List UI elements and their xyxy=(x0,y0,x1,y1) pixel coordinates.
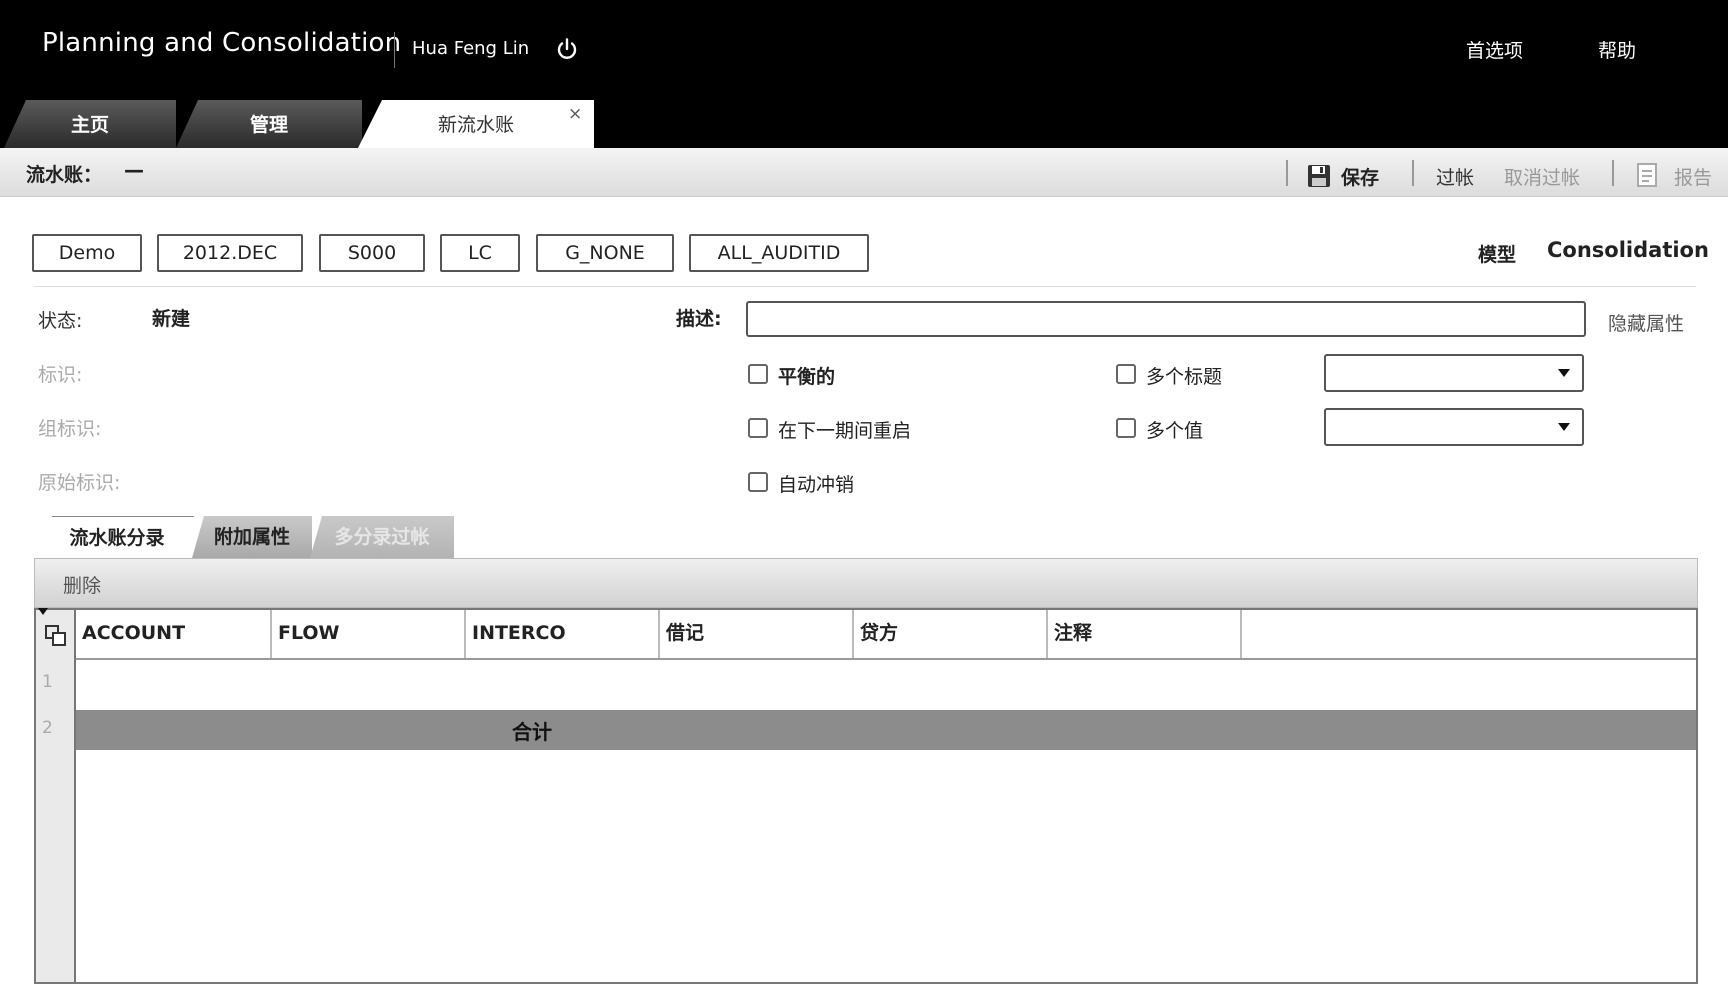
row-number: 2 xyxy=(42,718,53,738)
journal-value: — xyxy=(124,158,144,182)
balanced-checkbox[interactable] xyxy=(748,364,768,384)
report-icon[interactable] xyxy=(1636,162,1658,188)
app-title: Planning and Consolidation xyxy=(42,28,402,58)
tab-home[interactable]: 主页 xyxy=(4,100,176,148)
power-icon[interactable] xyxy=(555,37,579,61)
corner-menu-icon[interactable] xyxy=(38,608,48,615)
description-input[interactable] xyxy=(746,301,1586,337)
tab-admin[interactable]: 管理 xyxy=(176,100,362,148)
id-label: 标识: xyxy=(38,364,83,386)
status-value: 新建 xyxy=(152,308,191,330)
dimension-currency-button[interactable]: LC xyxy=(440,234,520,272)
dimension-audit-button[interactable]: ALL_AUDITID xyxy=(689,234,869,272)
dimension-time-button[interactable]: 2012.DEC xyxy=(157,234,303,272)
journal-grid: 1 2 ACCOUNT FLOW INTERCO 借记 贷方 注释 合计 xyxy=(34,608,1698,984)
auto-reverse-label: 自动冲销 xyxy=(778,474,855,496)
reopen-checkbox[interactable] xyxy=(748,418,768,438)
toolbar-divider xyxy=(1286,160,1288,186)
status-label: 状态: xyxy=(38,310,83,332)
tab-multi-entry-post[interactable]: 多分录过帐 xyxy=(310,516,454,558)
preferences-link[interactable]: 首选项 xyxy=(1466,36,1523,63)
row-number: 1 xyxy=(42,672,53,692)
tab-new-journal[interactable]: 新流水账 xyxy=(358,100,594,148)
help-link[interactable]: 帮助 xyxy=(1598,36,1636,63)
grid-header: ACCOUNT FLOW INTERCO 借记 贷方 注释 xyxy=(76,610,1696,660)
chevron-down-icon xyxy=(1558,423,1570,431)
save-icon[interactable] xyxy=(1306,163,1332,189)
model-value: Consolidation xyxy=(1547,238,1709,262)
total-row: 合计 xyxy=(76,710,1696,750)
tab-journal-entries[interactable]: 流水账分录 xyxy=(40,516,194,558)
unpost-button[interactable]: 取消过帐 xyxy=(1504,163,1580,190)
reopen-label: 在下一期间重启 xyxy=(778,420,912,442)
group-id-label: 组标识: xyxy=(38,418,102,440)
multiple-headers-label: 多个标题 xyxy=(1146,366,1223,388)
multiple-headers-checkbox[interactable] xyxy=(1116,364,1136,384)
table-row[interactable] xyxy=(76,660,1696,711)
journal-label: 流水账： xyxy=(26,164,103,186)
multiple-values-label: 多个值 xyxy=(1146,420,1204,442)
tab-additional-properties[interactable]: 附加属性 xyxy=(192,516,312,558)
column-header-interco[interactable]: INTERCO xyxy=(466,610,660,658)
report-button[interactable]: 报告 xyxy=(1674,163,1712,190)
toolbar-divider xyxy=(1412,160,1414,186)
multiple-values-checkbox[interactable] xyxy=(1116,418,1136,438)
column-header-account[interactable]: ACCOUNT xyxy=(76,610,272,658)
balanced-label: 平衡的 xyxy=(778,366,836,388)
title-divider xyxy=(394,32,395,68)
user-name: Hua Feng Lin xyxy=(412,38,530,59)
dimension-entity-button[interactable]: S000 xyxy=(319,234,425,272)
column-header-credit[interactable]: 贷方 xyxy=(854,610,1048,658)
grid-toolbar: 删除 xyxy=(34,558,1698,608)
row-number-column: 1 2 xyxy=(36,608,76,982)
toolbar-divider xyxy=(1612,160,1614,186)
column-header-comment[interactable]: 注释 xyxy=(1048,610,1242,658)
total-label: 合计 xyxy=(512,720,552,744)
column-header-debit[interactable]: 借记 xyxy=(660,610,854,658)
model-label: 模型 xyxy=(1478,244,1517,266)
hide-properties-link[interactable]: 隐藏属性 xyxy=(1608,309,1684,336)
multiple-headers-select[interactable] xyxy=(1324,354,1584,392)
original-id-label: 原始标识: xyxy=(38,472,121,494)
form-divider xyxy=(34,286,1696,287)
chevron-down-icon xyxy=(1558,369,1570,377)
multiple-values-select[interactable] xyxy=(1324,408,1584,446)
delete-button[interactable]: 删除 xyxy=(63,571,101,598)
auto-reverse-checkbox[interactable] xyxy=(748,472,768,492)
dimension-group-button[interactable]: G_NONE xyxy=(536,234,674,272)
save-button[interactable]: 保存 xyxy=(1341,163,1379,190)
description-label: 描述: xyxy=(676,308,722,330)
post-button[interactable]: 过帐 xyxy=(1436,163,1474,190)
copy-icon[interactable] xyxy=(44,624,68,648)
app-header: Planning and Consolidation Hua Feng Lin … xyxy=(0,0,1728,148)
column-header-flow[interactable]: FLOW xyxy=(272,610,466,658)
tab-close-icon[interactable]: × xyxy=(568,104,582,124)
dimension-category-button[interactable]: Demo xyxy=(32,234,142,272)
